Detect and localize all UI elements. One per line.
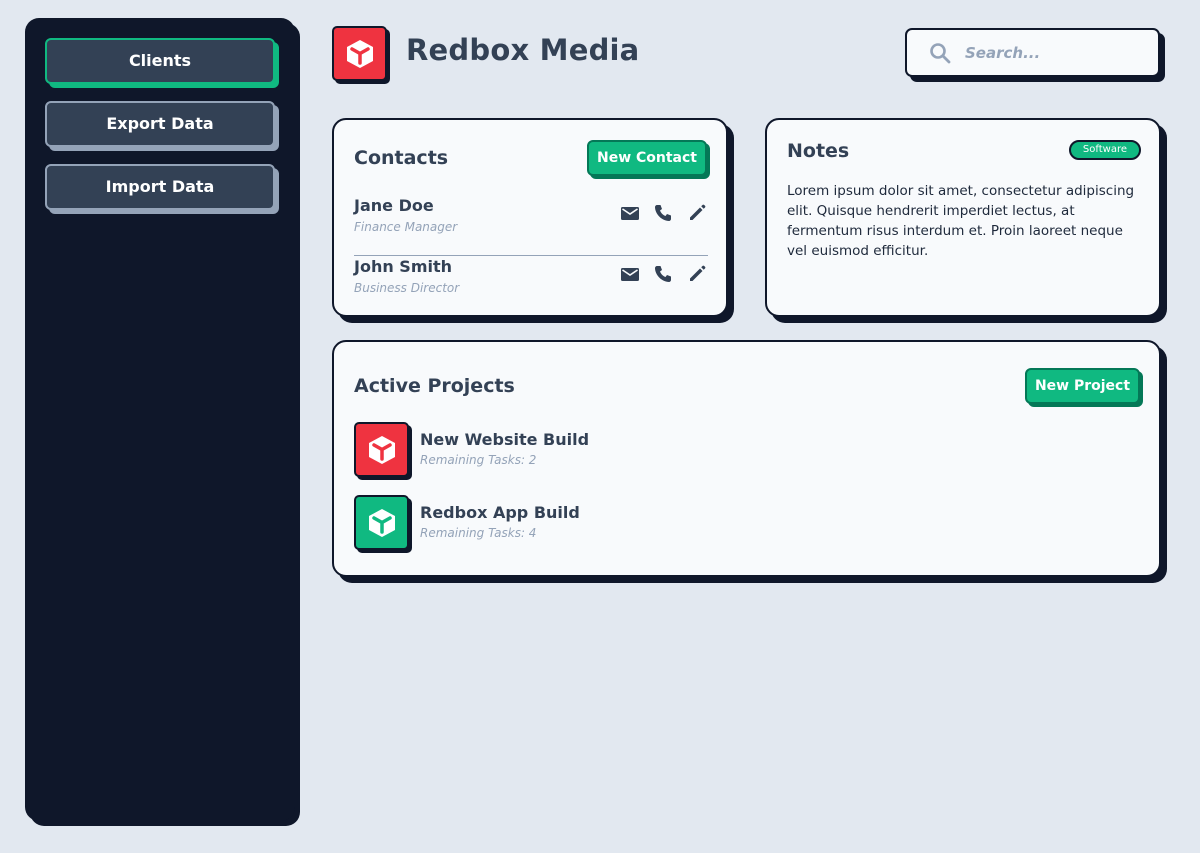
sidebar-item-export-data[interactable]: Export Data [45, 101, 275, 147]
search-box[interactable] [905, 28, 1160, 77]
project-name[interactable]: Redbox App Build [420, 503, 580, 522]
contact-name: Jane Doe [354, 196, 434, 215]
contacts-title: Contacts [354, 147, 449, 169]
notes-body: Lorem ipsum dolor sit amet, consectetur … [787, 183, 1135, 259]
cube-icon [368, 508, 395, 537]
phone-icon[interactable] [653, 264, 673, 284]
page-title: Redbox Media [406, 33, 640, 67]
search-icon [930, 42, 951, 63]
cube-icon [346, 39, 373, 68]
sidebar-item-clients[interactable]: Clients [45, 38, 275, 84]
mail-icon[interactable] [620, 264, 640, 284]
project-logo[interactable] [354, 422, 409, 477]
sidebar: Clients Export Data Import Data [25, 18, 295, 821]
projects-title: Active Projects [354, 375, 515, 397]
contact-row[interactable]: John Smith Business Director [354, 257, 708, 317]
project-remaining-tasks: Remaining Tasks: 4 [420, 526, 537, 540]
project-name[interactable]: New Website Build [420, 430, 589, 449]
notes-title: Notes [787, 140, 850, 162]
contact-role: Finance Manager [354, 220, 458, 234]
contact-role: Business Director [354, 281, 460, 295]
cube-icon [368, 435, 395, 464]
mail-icon[interactable] [620, 203, 640, 223]
new-project-button[interactable]: New Project [1025, 368, 1140, 404]
contact-name: John Smith [354, 257, 453, 276]
new-contact-button[interactable]: New Contact [587, 140, 707, 176]
project-logo[interactable] [354, 495, 409, 550]
edit-icon[interactable] [687, 203, 707, 223]
contacts-card: Contacts New Contact Jane Doe Finance Ma… [332, 118, 728, 317]
contact-row[interactable]: Jane Doe Finance Manager [354, 196, 708, 256]
edit-icon[interactable] [687, 264, 707, 284]
phone-icon[interactable] [653, 203, 673, 223]
status-badge: Software [1068, 140, 1141, 160]
projects-card: Active Projects New Project New Website … [332, 340, 1161, 577]
brand-logo[interactable] [332, 26, 387, 81]
project-remaining-tasks: Remaining Tasks: 2 [420, 453, 537, 467]
search-input[interactable] [965, 43, 1135, 62]
notes-card: Notes Software Lorem ipsum dolor sit ame… [765, 118, 1161, 317]
sidebar-item-import-data[interactable]: Import Data [45, 164, 275, 210]
